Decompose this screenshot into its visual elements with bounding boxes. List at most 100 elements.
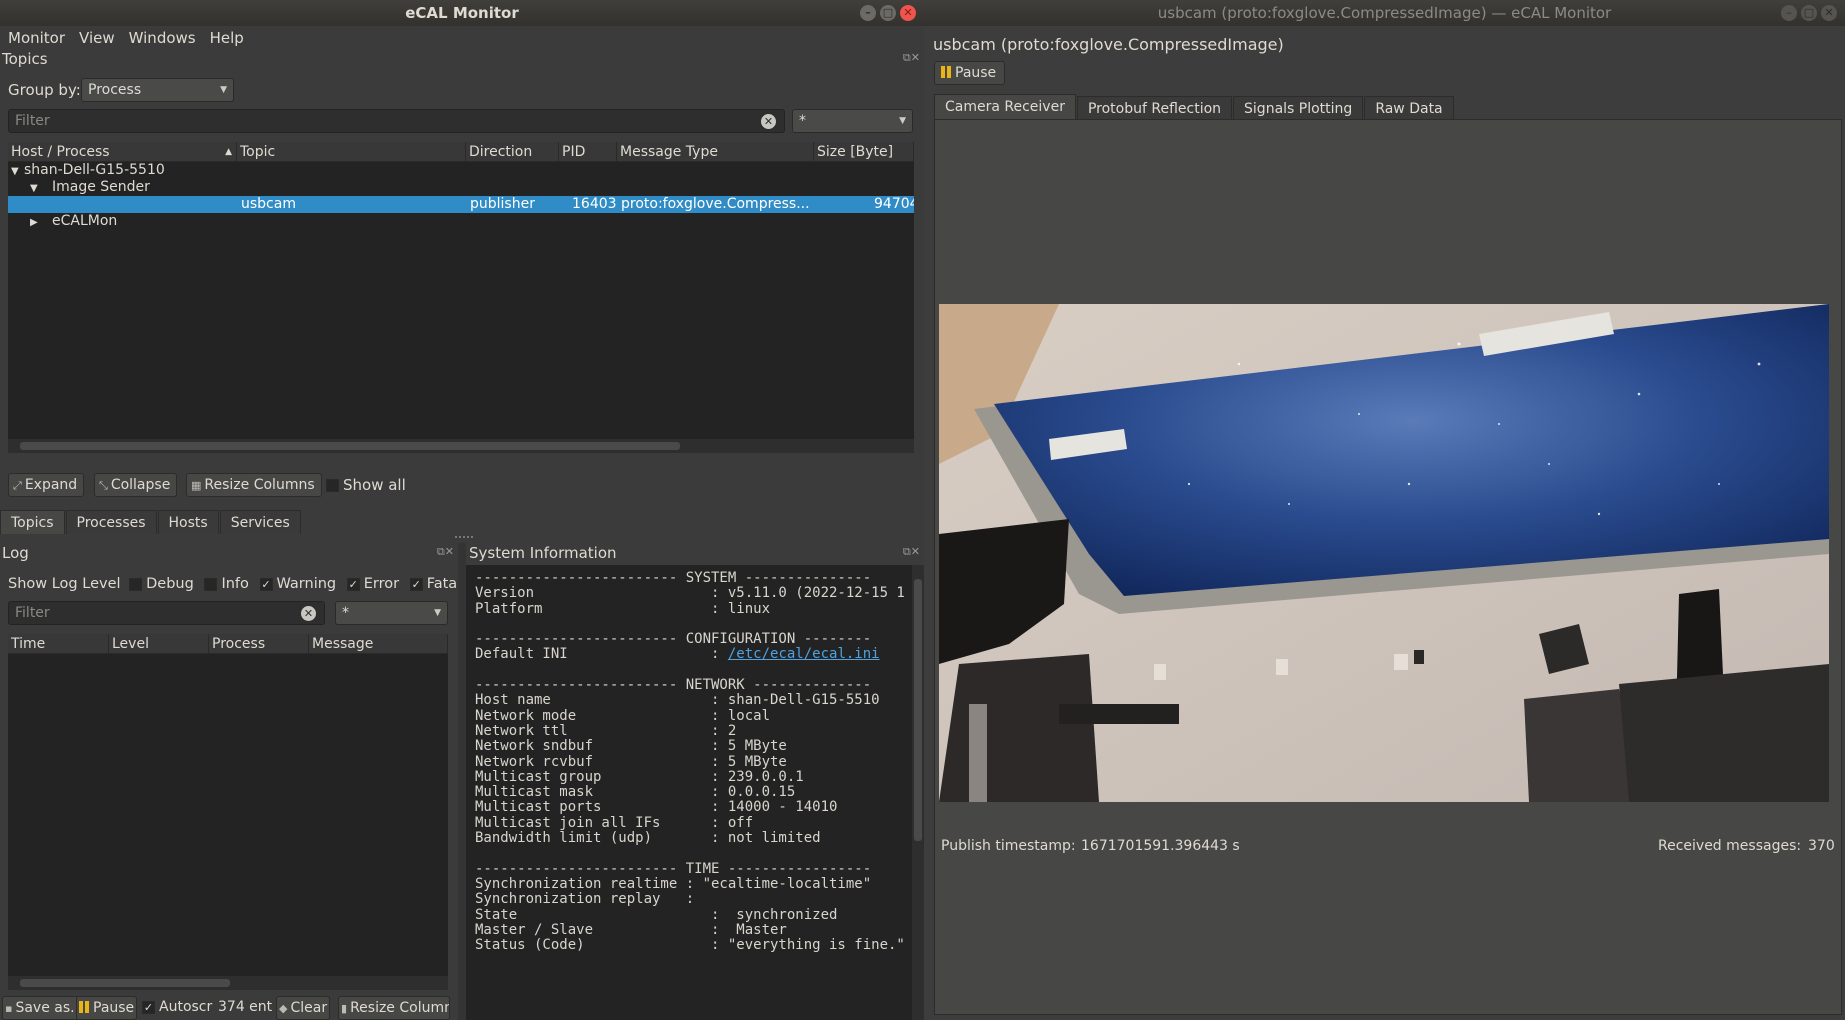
col-host-process[interactable]: Host / Process ▲ — [8, 142, 237, 161]
col-level[interactable]: Level — [109, 634, 209, 653]
log-dock-header: Log ⧉✕ — [0, 543, 458, 563]
log-horizontal-scrollbar[interactable] — [8, 976, 448, 990]
warning-checkbox[interactable]: ✓ Warning — [259, 576, 336, 592]
expand-button[interactable]: ⤢ Expand — [8, 473, 85, 497]
sysinfo-line: Version : v5.11.0 (2022-12-15 1 — [475, 585, 905, 602]
collapse-icon: ⤡ — [99, 479, 108, 492]
info-checkbox[interactable]: Info — [204, 576, 249, 592]
group-by-combo[interactable]: Process ▼ — [81, 78, 234, 102]
log-resize-columns-button[interactable]: ▮ Resize Column — [338, 996, 450, 1020]
topic-name: usbcam — [241, 196, 296, 212]
pause-button[interactable]: Pause — [934, 61, 1006, 85]
col-direction[interactable]: Direction — [466, 142, 559, 161]
close-icon[interactable]: ✕ — [1821, 5, 1837, 21]
log-filter-column-combo[interactable]: * ▼ — [335, 601, 448, 625]
tab-hosts[interactable]: Hosts — [157, 510, 219, 534]
expand-arrow-icon[interactable]: ▶ — [8, 214, 52, 231]
dock-float-close-icon[interactable]: ⧉✕ — [903, 51, 920, 65]
topic-message-type: proto:foxglove.Compress... — [621, 196, 810, 212]
sysinfo-dock-header: System Information ⧉✕ — [466, 543, 924, 563]
col-message[interactable]: Message — [309, 634, 448, 653]
log-level-row: Show Log Level Debug Info ✓ Warning ✓ Erro… — [8, 575, 461, 593]
clear-log-button[interactable]: ◆ Clear — [276, 996, 331, 1020]
dock-float-close-icon[interactable]: ⧉✕ — [437, 545, 454, 559]
received-messages-value: 370 — [1808, 838, 1835, 854]
expand-arrow-icon[interactable]: ▼ — [8, 180, 52, 197]
maximize-icon[interactable]: □ — [880, 5, 896, 21]
window-title: eCAL Monitor — [405, 4, 519, 22]
tab-camera-receiver[interactable]: Camera Receiver — [934, 94, 1076, 120]
sysinfo-line: ------------------------ TIME ----------… — [475, 860, 872, 877]
sysinfo-line: ------------------------ SYSTEM --------… — [475, 570, 872, 586]
log-filter-input[interactable]: Filter ✕ — [8, 601, 325, 625]
topics-filter-column-combo[interactable]: * ▼ — [792, 109, 913, 133]
debug-checkbox[interactable]: Debug — [129, 576, 194, 592]
tab-raw-data[interactable]: Raw Data — [1364, 96, 1454, 120]
window-titlebar[interactable]: usbcam (proto:foxglove.CompressedImage) … — [924, 0, 1845, 26]
close-icon[interactable]: ✕ — [900, 5, 916, 21]
minimize-icon[interactable]: – — [1781, 5, 1797, 21]
save-as-button[interactable]: ▪ Save as.. — [2, 996, 83, 1020]
tree-row-topic[interactable]: usbcam publisher 16403 proto:foxglove.Co… — [8, 196, 914, 213]
columns-icon: ▮ — [341, 1002, 348, 1015]
autoscroll-checkbox[interactable]: ✓ Autoscr — [142, 996, 212, 1018]
default-ini-link[interactable]: /etc/ecal/ecal.ini — [728, 646, 880, 662]
col-topic[interactable]: Topic — [237, 142, 466, 161]
tab-signals-plotting[interactable]: Signals Plotting — [1233, 96, 1364, 120]
menu-windows[interactable]: Windows — [129, 26, 196, 50]
menu-help[interactable]: Help — [210, 26, 244, 50]
splitter-handle[interactable] — [455, 536, 473, 538]
clear-filter-icon[interactable]: ✕ — [301, 606, 316, 621]
collapse-button[interactable]: ⤡ Collapse — [94, 473, 178, 497]
log-table[interactable]: Time Level Process Message — [8, 634, 448, 990]
sysinfo-line: Network rcvbuf : 5 MByte — [475, 753, 787, 770]
window-titlebar[interactable]: eCAL Monitor – □ ✕ — [0, 0, 924, 26]
tree-row-process[interactable]: ▶ eCALMon — [8, 213, 914, 230]
checkbox-icon — [204, 577, 218, 591]
dock-splitter[interactable] — [458, 543, 466, 1020]
group-by-value: Process — [88, 82, 142, 98]
topics-tree[interactable]: Host / Process ▲ Topic Direction PID Mess… — [8, 142, 914, 453]
scrollbar-thumb[interactable] — [20, 979, 230, 987]
filter-column-value: * — [342, 605, 349, 621]
topic-heading: usbcam (proto:foxglove.CompressedImage) — [933, 35, 1284, 54]
menu-view[interactable]: View — [79, 26, 115, 50]
minimize-icon[interactable]: – — [860, 5, 876, 21]
fatal-checkbox[interactable]: ✓ Fatal — [409, 576, 461, 592]
sysinfo-vertical-scrollbar[interactable] — [912, 565, 924, 1020]
sysinfo-text-area[interactable]: ------------------------ SYSTEM --------… — [466, 565, 912, 1020]
sysinfo-line: Multicast mask : 0.0.0.15 — [475, 784, 796, 801]
tab-protobuf-reflection[interactable]: Protobuf Reflection — [1076, 96, 1233, 120]
clear-filter-icon[interactable]: ✕ — [761, 114, 776, 129]
error-checkbox[interactable]: ✓ Error — [346, 576, 399, 592]
chevron-down-icon: ▼ — [899, 116, 906, 126]
clear-icon: ◆ — [279, 1002, 288, 1015]
log-pause-button[interactable]: Pause — [76, 996, 138, 1020]
scrollbar-thumb[interactable] — [20, 442, 680, 450]
chevron-down-icon: ▼ — [434, 608, 441, 618]
sysinfo-line: Synchronization realtime : "ecaltime-loc… — [475, 875, 872, 892]
col-pid[interactable]: PID — [559, 142, 617, 161]
col-message-type[interactable]: Message Type — [617, 142, 814, 161]
topics-filter-input[interactable]: Filter ✕ — [8, 109, 785, 133]
topics-horizontal-scrollbar[interactable] — [8, 439, 914, 453]
tab-services[interactable]: Services — [219, 510, 301, 534]
col-size[interactable]: Size [Byte] — [814, 142, 914, 161]
tab-topics[interactable]: Topics — [0, 510, 65, 534]
chevron-down-icon: ▼ — [220, 85, 227, 95]
menu-monitor[interactable]: Monitor — [8, 26, 65, 50]
tab-processes[interactable]: Processes — [65, 510, 157, 534]
tree-row-host[interactable]: ▼ shan-Dell-G15-5510 — [8, 162, 914, 179]
expand-arrow-icon[interactable]: ▼ — [8, 163, 24, 180]
sysinfo-line: Host name : shan-Dell-G15-5510 — [475, 692, 880, 709]
dock-float-close-icon[interactable]: ⧉✕ — [903, 545, 920, 559]
tree-row-process[interactable]: ▼ Image Sender — [8, 179, 914, 196]
col-process[interactable]: Process — [209, 634, 309, 653]
show-all-checkbox[interactable]: Show all — [326, 476, 406, 494]
resize-columns-button[interactable]: ▦ Resize Columns — [186, 473, 322, 497]
col-time[interactable]: Time — [8, 634, 109, 653]
log-entry-count: 374 ent — [218, 999, 273, 1015]
maximize-icon[interactable]: □ — [1801, 5, 1817, 21]
scrollbar-thumb[interactable] — [914, 579, 922, 841]
sysinfo-line — [475, 617, 912, 632]
